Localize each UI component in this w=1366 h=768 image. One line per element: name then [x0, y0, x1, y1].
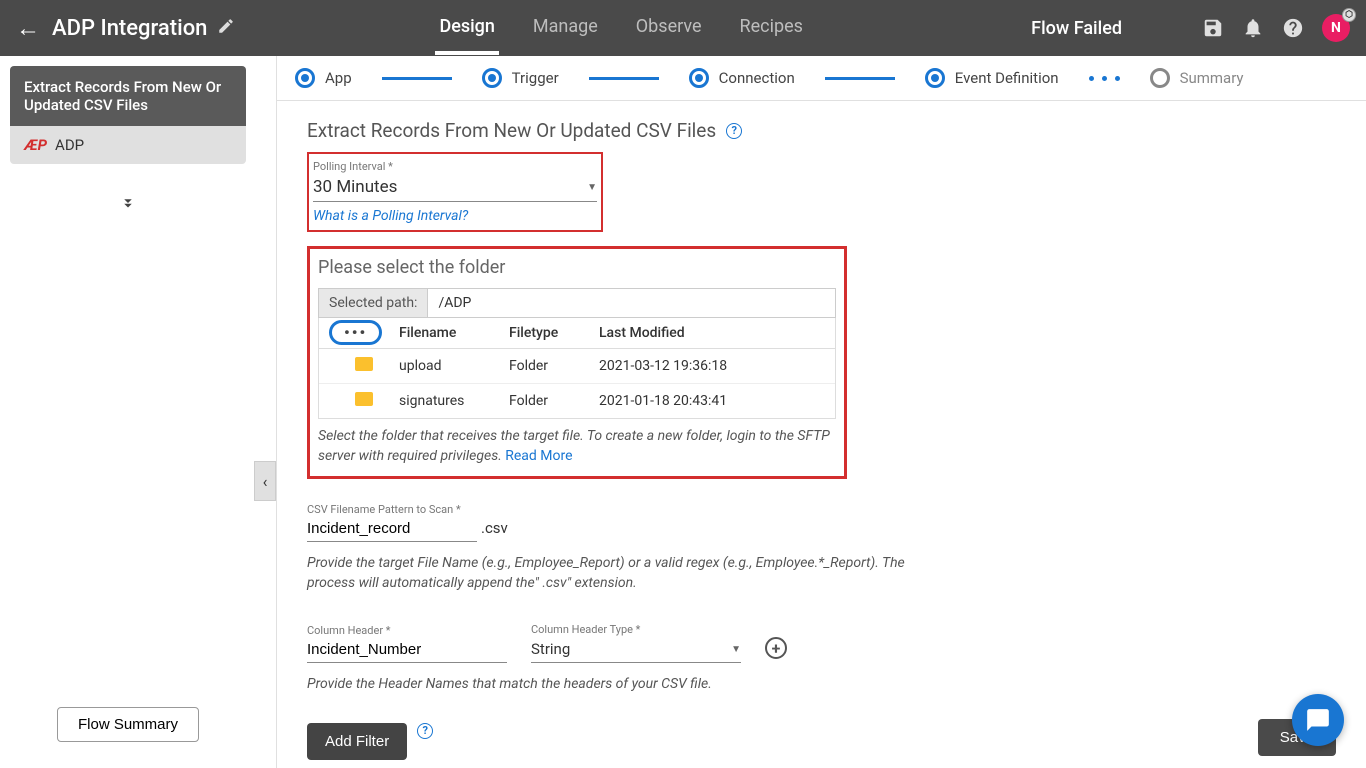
avatar[interactable]: N ⬡ — [1322, 14, 1350, 42]
folder-icon — [355, 357, 373, 371]
header-icons: N ⬡ — [1202, 14, 1350, 42]
csv-pattern-input[interactable] — [307, 516, 477, 542]
stepper: App Trigger Connection Event Definition … — [277, 56, 1366, 101]
folder-icon — [355, 392, 373, 406]
polling-help-link[interactable]: What is a Polling Interval? — [313, 208, 468, 224]
collapse-sidebar-button[interactable]: ‹ — [254, 461, 276, 501]
tab-design[interactable]: Design — [435, 2, 498, 55]
step-event-definition[interactable]: Event Definition — [925, 68, 1059, 88]
csv-pattern-help: Provide the target File Name (e.g., Empl… — [307, 554, 907, 593]
step-connector — [589, 77, 659, 80]
step-connector — [825, 77, 895, 80]
add-column-button[interactable]: + — [765, 637, 787, 659]
expand-chevron-icon[interactable] — [10, 194, 246, 217]
sidebar-card-title: Extract Records From New Or Updated CSV … — [10, 66, 246, 126]
tab-observe[interactable]: Observe — [632, 2, 706, 55]
column-header-help: Provide the Header Names that match the … — [307, 675, 907, 695]
step-connector — [382, 77, 452, 80]
sidebar-app-item[interactable]: ÆP ADP — [10, 126, 246, 164]
polling-interval-box: Polling Interval * 30 Minutes ▼ What is … — [307, 152, 603, 232]
step-trigger[interactable]: Trigger — [482, 68, 559, 88]
col-filename: Filename — [399, 325, 509, 341]
csv-extension: .csv — [481, 519, 508, 537]
main-panel: App Trigger Connection Event Definition … — [276, 56, 1366, 768]
flow-summary-button[interactable]: Flow Summary — [57, 707, 199, 742]
section-title: Extract Records From New Or Updated CSV … — [307, 119, 1336, 142]
step-summary[interactable]: Summary — [1150, 68, 1244, 88]
column-type-label: Column Header Type * — [531, 623, 741, 636]
help-icon[interactable]: ? — [726, 123, 742, 139]
adp-logo-icon: ÆP — [24, 136, 47, 154]
column-header-input[interactable] — [307, 637, 507, 663]
more-button[interactable]: ••• — [329, 320, 382, 345]
polling-label: Polling Interval * — [313, 160, 597, 173]
nav-tabs: Design Manage Observe Recipes — [435, 2, 806, 55]
tab-recipes[interactable]: Recipes — [736, 2, 807, 55]
back-arrow-icon[interactable]: ← — [16, 14, 40, 43]
col-filetype: Filetype — [509, 325, 599, 341]
col-lastmodified: Last Modified — [599, 325, 825, 341]
help-icon[interactable]: ? — [417, 723, 433, 739]
step-connection[interactable]: Connection — [689, 68, 795, 88]
polling-interval-dropdown[interactable]: 30 Minutes ▼ — [313, 173, 597, 202]
csv-pattern-label: CSV Filename Pattern to Scan * — [307, 503, 1336, 516]
edit-icon[interactable] — [217, 17, 235, 39]
page-title: ADP Integration — [52, 16, 207, 41]
bell-icon[interactable] — [1242, 17, 1264, 39]
app-header: ← ADP Integration Design Manage Observe … — [0, 0, 1366, 56]
dropdown-arrow-icon: ▼ — [587, 182, 597, 193]
dropdown-arrow-icon: ▼ — [731, 644, 741, 655]
read-more-link[interactable]: Read More — [505, 448, 572, 464]
folder-title: Please select the folder — [310, 257, 844, 288]
table-row[interactable]: upload Folder 2021-03-12 19:36:18 — [319, 349, 835, 384]
table-row[interactable]: signatures Folder 2021-01-18 20:43:41 — [319, 384, 835, 418]
path-value: /ADP — [427, 288, 836, 318]
save-icon[interactable] — [1202, 17, 1224, 39]
folder-select-box: Please select the folder Selected path: … — [307, 246, 847, 479]
sidebar: Extract Records From New Or Updated CSV … — [0, 56, 256, 768]
folder-help-text: Select the folder that receives the targ… — [310, 419, 844, 466]
path-label: Selected path: — [318, 288, 427, 318]
tab-manage[interactable]: Manage — [529, 2, 602, 55]
sidebar-app-label: ADP — [55, 136, 84, 154]
folder-table: ••• Filename Filetype Last Modified uplo… — [318, 318, 836, 419]
help-icon[interactable] — [1282, 17, 1304, 39]
add-filter-button[interactable]: Add Filter — [307, 723, 407, 760]
avatar-badge-icon: ⬡ — [1342, 8, 1356, 22]
flow-status: Flow Failed — [1031, 18, 1122, 39]
step-dots — [1089, 76, 1120, 81]
step-app[interactable]: App — [295, 68, 352, 88]
column-header-label: Column Header * — [307, 624, 507, 637]
column-type-dropdown[interactable]: String ▼ — [531, 636, 741, 663]
chat-fab[interactable] — [1292, 694, 1344, 746]
